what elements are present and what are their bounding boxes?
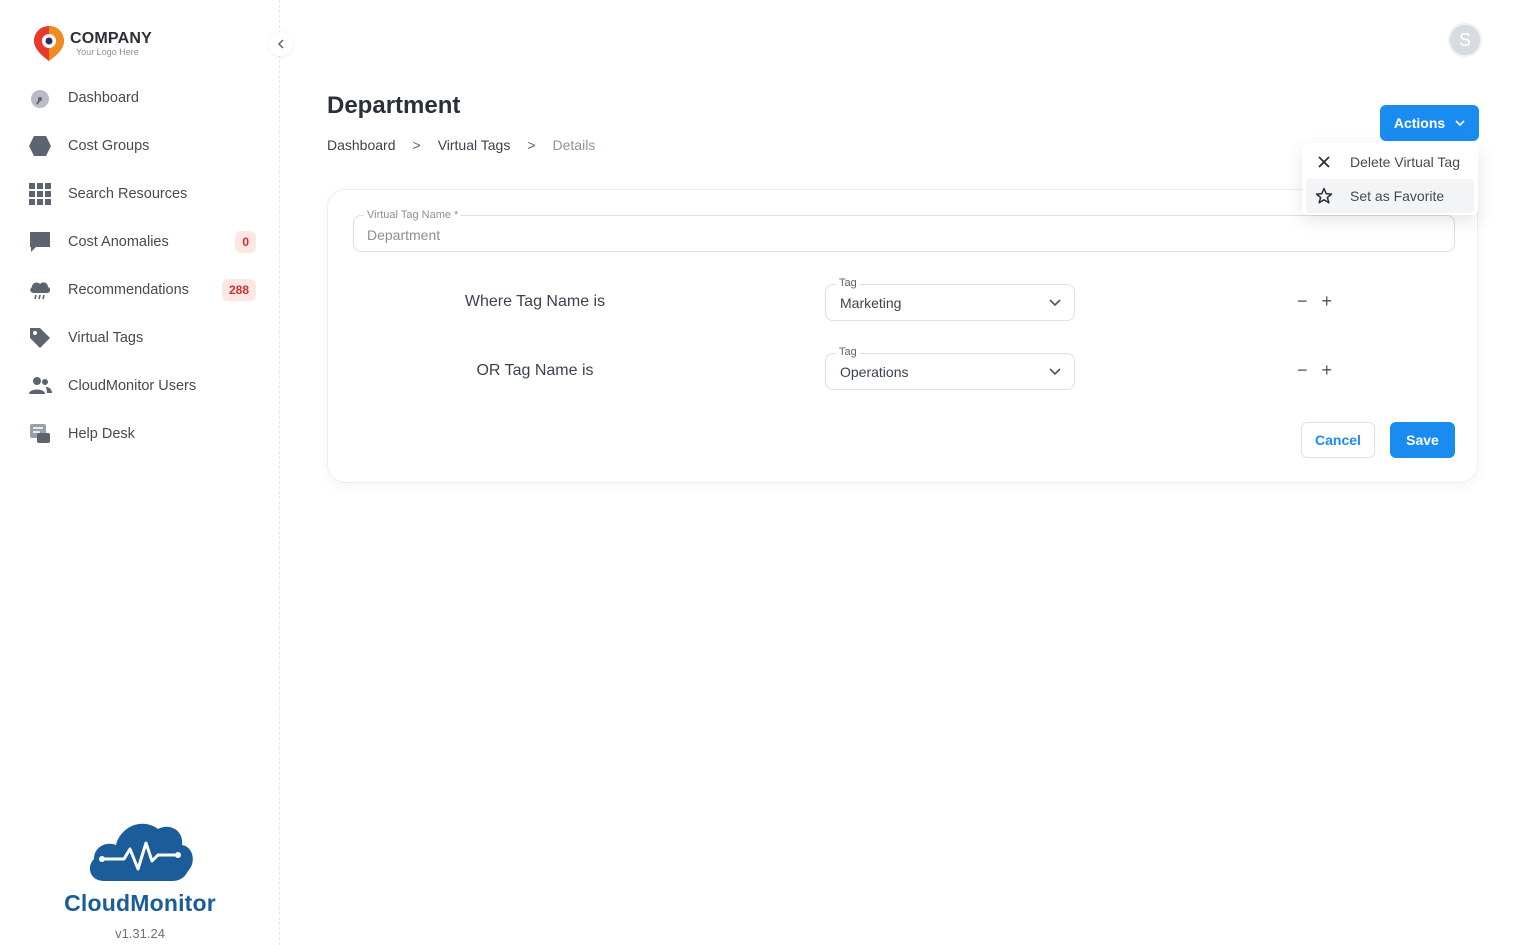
sidebar-item-label: Cost Anomalies <box>68 234 169 250</box>
tag-select-label: Tag <box>836 277 860 289</box>
sidebar-item-label: CloudMonitor Users <box>68 378 197 394</box>
grid-icon <box>26 180 54 208</box>
sidebar-nav: Dashboard Cost Groups Search Resources C… <box>26 74 266 458</box>
breadcrumb-separator: > <box>412 137 421 153</box>
dashboard-gauge-icon <box>26 84 54 112</box>
tag-select-2[interactable]: Tag Operations <box>825 346 1075 390</box>
tag-select-value: Operations <box>840 364 909 380</box>
help-desk-icon <box>26 420 54 448</box>
logo-subtitle: Your Logo Here <box>76 46 139 57</box>
virtual-tag-name-field[interactable]: Virtual Tag Name * Department <box>353 209 1455 252</box>
sidebar-item-label: Virtual Tags <box>68 330 144 346</box>
sidebar-item-cost-anomalies[interactable]: Cost Anomalies 0 <box>26 218 266 266</box>
add-condition-button[interactable]: + <box>1322 291 1333 312</box>
actions-button[interactable]: Actions <box>1380 105 1479 141</box>
menu-item-set-as-favorite[interactable]: Set as Favorite <box>1306 179 1474 213</box>
sidebar-item-recommendations[interactable]: Recommendations 288 <box>26 266 266 314</box>
remove-condition-button[interactable]: − <box>1297 291 1308 312</box>
actions-label: Actions <box>1393 115 1446 131</box>
condition-stepper-2: − + <box>1297 360 1332 381</box>
condition-label-1: Where Tag Name is <box>464 293 606 310</box>
condition-label-2: OR Tag Name is <box>476 362 594 379</box>
page-title: Department <box>327 92 461 119</box>
cloudmonitor-brand: CloudMonitor <box>60 815 220 917</box>
brand-name: CloudMonitor <box>64 890 216 916</box>
sidebar-item-label: Help Desk <box>68 426 135 442</box>
sidebar-item-label: Cost Groups <box>68 138 150 154</box>
menu-item-label: Set as Favorite <box>1350 188 1445 204</box>
menu-item-label: Delete Virtual Tag <box>1350 154 1460 170</box>
hexagon-icon <box>26 132 54 160</box>
menu-item-delete-virtual-tag[interactable]: Delete Virtual Tag <box>1302 145 1478 179</box>
virtual-tag-name-value: Department <box>367 227 441 243</box>
breadcrumb-dashboard[interactable]: Dashboard <box>327 137 396 153</box>
chevron-down-icon <box>1049 368 1061 376</box>
sidebar-item-dashboard[interactable]: Dashboard <box>26 74 266 122</box>
app-version: v1.31.24 <box>115 926 165 941</box>
tag-icon <box>26 324 54 352</box>
close-icon <box>1314 152 1334 172</box>
chevron-down-icon <box>1455 120 1465 127</box>
sidebar: COMPANY Your Logo Here Dashboard Cost Gr… <box>0 0 280 945</box>
star-icon <box>1314 186 1334 206</box>
users-icon <box>26 372 54 400</box>
cloudmonitor-cloud-icon <box>89 823 193 881</box>
chevron-left-icon <box>277 39 284 49</box>
condition-stepper-1: − + <box>1297 291 1332 312</box>
tag-select-1[interactable]: Tag Marketing <box>825 277 1075 321</box>
breadcrumb-virtual-tags[interactable]: Virtual Tags <box>438 137 511 153</box>
chat-bubble-icon <box>26 228 54 256</box>
sidebar-item-cloudmonitor-users[interactable]: CloudMonitor Users <box>26 362 266 410</box>
sidebar-item-help-desk[interactable]: Help Desk <box>26 410 266 458</box>
sidebar-item-search-resources[interactable]: Search Resources <box>26 170 266 218</box>
virtual-tag-name-label: Virtual Tag Name * <box>364 209 462 221</box>
sidebar-item-label: Search Resources <box>68 186 188 202</box>
virtual-tag-form-card: Virtual Tag Name * Department Where Tag … <box>327 189 1478 483</box>
breadcrumb-details: Details <box>552 137 596 153</box>
remove-condition-button[interactable]: − <box>1297 360 1308 381</box>
sidebar-collapse-button[interactable] <box>269 32 293 56</box>
cancel-button[interactable]: Cancel <box>1301 422 1375 458</box>
add-condition-button[interactable]: + <box>1322 360 1333 381</box>
tag-select-label: Tag <box>836 346 860 358</box>
sidebar-item-cost-groups[interactable]: Cost Groups <box>26 122 266 170</box>
logo-title: COMPANY <box>70 29 152 47</box>
actions-dropdown-menu: Delete Virtual Tag Set as Favorite <box>1302 143 1478 215</box>
save-button[interactable]: Save <box>1390 422 1455 458</box>
anomalies-count-badge: 0 <box>235 231 256 253</box>
sidebar-item-label: Recommendations <box>68 282 189 298</box>
recommendations-count-badge: 288 <box>221 279 256 301</box>
sidebar-item-label: Dashboard <box>68 90 139 106</box>
breadcrumb: Dashboard > Virtual Tags > Details <box>327 137 595 153</box>
user-avatar[interactable]: S <box>1448 23 1482 57</box>
sidebar-item-virtual-tags[interactable]: Virtual Tags <box>26 314 266 362</box>
tag-select-value: Marketing <box>840 295 902 311</box>
company-logo[interactable]: COMPANY Your Logo Here <box>32 24 152 62</box>
chevron-down-icon <box>1049 299 1061 307</box>
cloud-rain-icon <box>26 276 54 304</box>
breadcrumb-separator: > <box>527 137 536 153</box>
logo-pin-icon <box>34 26 64 61</box>
